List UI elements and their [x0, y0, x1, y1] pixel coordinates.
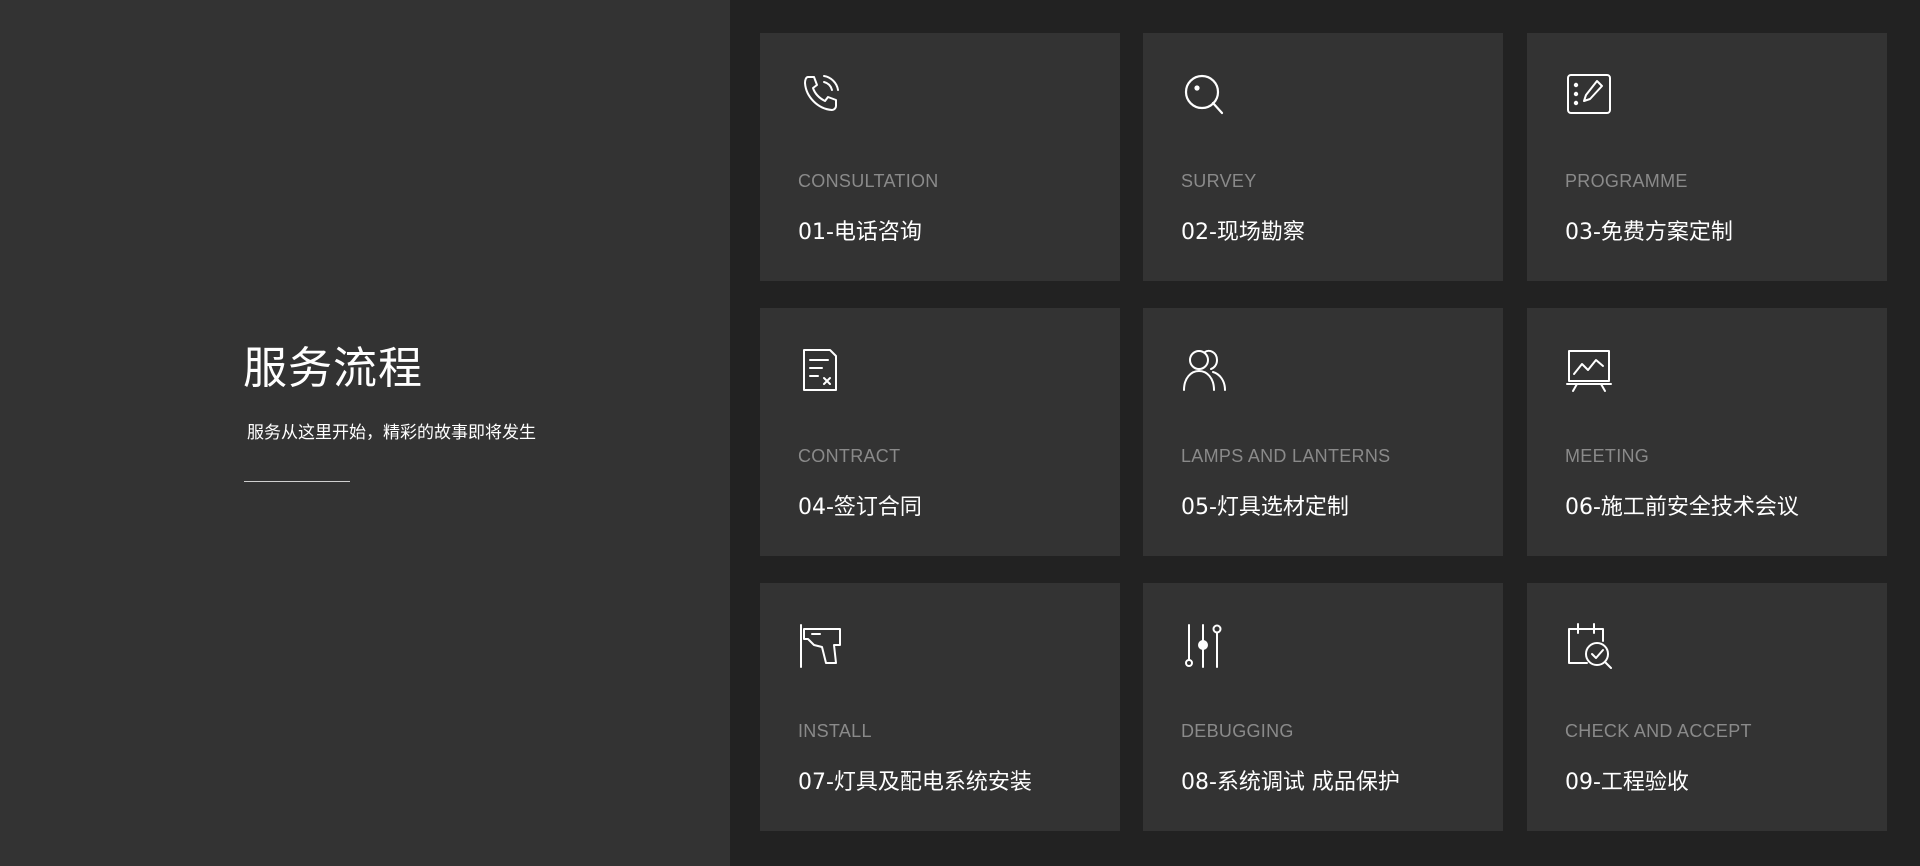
step-card-contract[interactable]: CONTRACT 04-签订合同 — [760, 308, 1120, 556]
step-cn-label: 04-签订合同 — [798, 495, 922, 520]
step-en-label: DEBUGGING — [1181, 721, 1294, 741]
step-en-label: SURVEY — [1181, 171, 1257, 191]
sliders-icon — [1181, 621, 1229, 669]
step-card-lamps-and-lanterns[interactable]: LAMPS AND LANTERNS 05-灯具选材定制 — [1143, 308, 1503, 556]
step-card-programme[interactable]: PROGRAMME 03-免费方案定制 — [1527, 33, 1887, 281]
intro-panel: 服务流程 服务从这里开始，精彩的故事即将发生 — [0, 0, 730, 866]
step-cn-label: 07-灯具及配电系统安装 — [798, 770, 1032, 795]
drill-icon — [798, 621, 846, 669]
step-card-install[interactable]: INSTALL 07-灯具及配电系统安装 — [760, 583, 1120, 831]
contract-icon — [798, 346, 846, 394]
step-card-check-and-accept[interactable]: CHECK AND ACCEPT 09-工程验收 — [1527, 583, 1887, 831]
title-divider — [244, 481, 350, 482]
step-card-survey[interactable]: SURVEY 02-现场勘察 — [1143, 33, 1503, 281]
step-en-label: MEETING — [1565, 446, 1650, 466]
calendar-check-icon — [1565, 621, 1613, 669]
step-cn-label: 06-施工前安全技术会议 — [1565, 495, 1799, 520]
step-cn-label: 01-电话咨询 — [798, 220, 922, 245]
presentation-chart-icon — [1565, 346, 1613, 394]
users-icon — [1181, 346, 1229, 394]
step-cn-label: 03-免费方案定制 — [1565, 220, 1733, 245]
step-cn-label: 02-现场勘察 — [1181, 220, 1305, 245]
step-en-label: CONTRACT — [798, 446, 901, 466]
step-card-meeting[interactable]: MEETING 06-施工前安全技术会议 — [1527, 308, 1887, 556]
step-card-consultation[interactable]: CONSULTATION 01-电话咨询 — [760, 33, 1120, 281]
step-cn-label: 05-灯具选材定制 — [1181, 495, 1349, 520]
step-en-label: CONSULTATION — [798, 171, 939, 191]
step-en-label: PROGRAMME — [1565, 171, 1688, 191]
edit-plan-icon — [1565, 71, 1613, 119]
step-en-label: INSTALL — [798, 721, 872, 741]
step-cn-label: 08-系统调试 成品保护 — [1181, 770, 1400, 795]
phone-call-icon — [798, 71, 846, 119]
section-subtitle: 服务从这里开始，精彩的故事即将发生 — [247, 423, 536, 443]
step-en-label: LAMPS AND LANTERNS — [1181, 446, 1391, 466]
step-en-label: CHECK AND ACCEPT — [1565, 721, 1752, 741]
section-title: 服务流程 — [243, 343, 423, 394]
search-icon — [1181, 71, 1229, 119]
step-card-debugging[interactable]: DEBUGGING 08-系统调试 成品保护 — [1143, 583, 1503, 831]
process-grid: CONSULTATION 01-电话咨询 SURVEY 02-现场勘察 PROG… — [730, 0, 1920, 866]
step-cn-label: 09-工程验收 — [1565, 770, 1689, 795]
